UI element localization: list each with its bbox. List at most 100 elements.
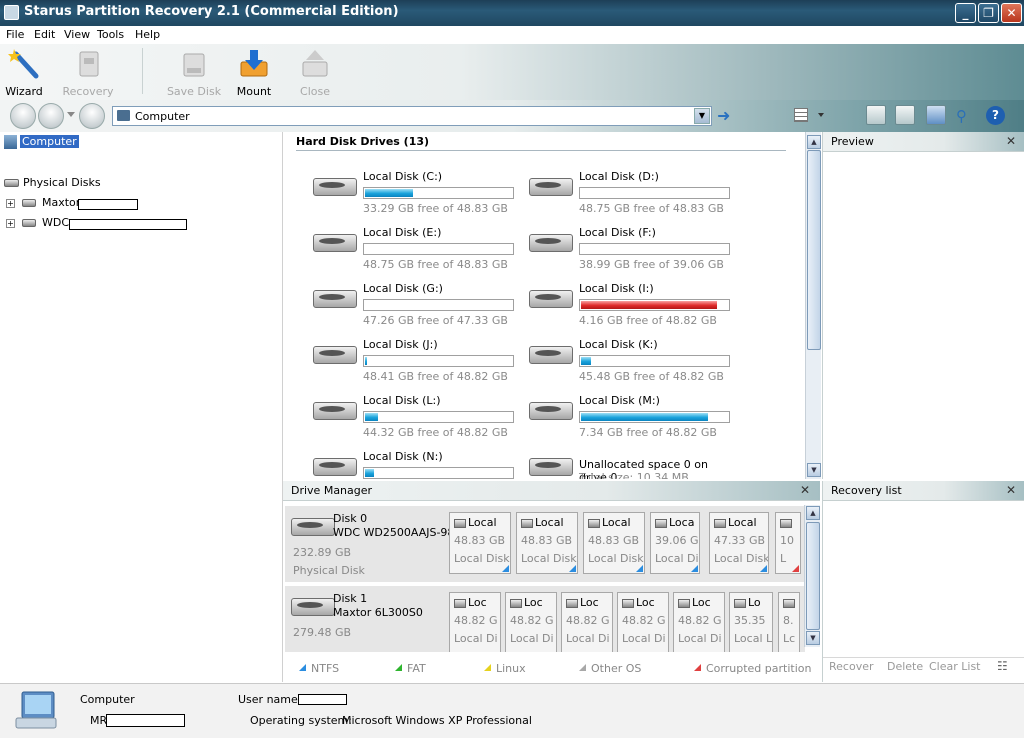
tree-root-computer[interactable]: Computer [4, 135, 79, 151]
partition-tile[interactable]: Loc 48.82 G Local Di [449, 592, 501, 652]
tree-physical-label: Physical Disks [23, 176, 101, 189]
close-icon[interactable]: ✕ [1006, 483, 1016, 497]
minimize-button[interactable]: _ [955, 3, 976, 23]
back-button[interactable] [10, 103, 36, 129]
drive-manager-title: Drive Manager [291, 484, 373, 497]
view-mode-icon[interactable] [794, 108, 808, 122]
partition-tile[interactable]: Loc 48.82 G Local Di [505, 592, 557, 652]
close-icon[interactable]: ✕ [800, 483, 810, 497]
partition-fs: Local Dis [655, 552, 700, 565]
disk-item[interactable]: Local Disk (C:) 33.29 GB free of 48.83 GB [311, 166, 521, 215]
disk-item[interactable]: Local Disk (N:) [311, 446, 521, 479]
partition-legend: NTFS FAT Linux Other OS Corrupted partit… [283, 657, 820, 681]
disk-item[interactable]: Local Disk (D:) 48.75 GB free of 48.83 GB [527, 166, 737, 215]
disk-model: WDC WD2500AAJS-98 [333, 526, 455, 539]
hard-disk-icon [527, 228, 573, 254]
disk-item[interactable]: Local Disk (K:) 45.48 GB free of 48.82 GB [527, 334, 737, 383]
disk-list-panel: Hard Disk Drives (13) Local Disk (C:) 33.… [283, 132, 805, 479]
up-button[interactable] [79, 103, 105, 129]
partition-tile[interactable]: Loc 48.82 G Local Di [561, 592, 613, 652]
partition-size: 10 [780, 534, 794, 547]
disk-item[interactable]: Local Disk (G:) 47.26 GB free of 47.33 GB [311, 278, 521, 327]
disk-item[interactable]: Local Disk (E:) 48.75 GB free of 48.83 GB [311, 222, 521, 271]
scroll-thumb[interactable] [807, 150, 821, 350]
disk-item[interactable]: Local Disk (L:) 44.32 GB free of 48.82 GB [311, 390, 521, 439]
disk-item[interactable]: Unallocated space 0 on drive 0 Total size… [527, 446, 737, 479]
close-icon[interactable]: ✕ [1006, 134, 1016, 148]
legend-ntfs: NTFS [311, 662, 340, 675]
disk-name: Local Disk (I:) [579, 282, 654, 295]
tree-physical-disks[interactable]: Physical Disks [4, 176, 101, 192]
disk-list-scrollbar[interactable]: ▲ ▼ [805, 132, 821, 479]
hard-disk-icon [311, 452, 357, 478]
disk-item[interactable]: Local Disk (F:) 38.99 GB free of 39.06 GB [527, 222, 737, 271]
preview-panel: Preview ✕ [822, 132, 1024, 479]
disk-row[interactable]: Disk 0 WDC WD2500AAJS-98 232.89 GB Physic… [285, 506, 805, 582]
expand-icon[interactable]: + [6, 219, 15, 228]
close-button[interactable]: ✕ [1001, 3, 1022, 23]
save-disk-button[interactable]: Save Disk [166, 48, 222, 98]
history-dropdown-icon[interactable] [67, 112, 75, 117]
expand-icon[interactable]: + [6, 199, 15, 208]
partition-tile[interactable]: 8. Lc [778, 592, 800, 652]
wizard-button[interactable]: Wizard [4, 48, 44, 98]
partition-tile[interactable]: Local 48.83 GB Local Disk [449, 512, 511, 574]
scroll-down-icon[interactable]: ▼ [807, 463, 821, 477]
scroll-up-icon[interactable]: ▲ [807, 135, 821, 149]
recovery-button[interactable]: Recovery [62, 48, 114, 98]
mount-disk-button[interactable]: Mount Disk [224, 48, 284, 111]
disk-item[interactable]: Local Disk (I:) 4.16 GB free of 48.82 GB [527, 278, 737, 327]
recover-button[interactable]: Recover [829, 660, 874, 673]
partition-tile[interactable]: Loc 48.82 G Local Di [673, 592, 725, 652]
preview-title: Preview [831, 135, 874, 148]
partition-size: 47.33 GB [714, 534, 766, 547]
scroll-thumb[interactable] [806, 522, 820, 630]
disk-name: Local Disk (E:) [363, 226, 442, 239]
disk-row[interactable]: Disk 1 Maxtor 6L300S0 279.48 GB Loc 48.82 … [285, 586, 805, 652]
save-icon[interactable] [926, 105, 946, 125]
scroll-up-icon[interactable]: ▲ [806, 506, 820, 520]
maximize-button[interactable]: ❐ [978, 3, 999, 23]
list-view-icon[interactable]: ☷ [997, 659, 1008, 673]
partition-icon [734, 598, 746, 608]
delete-button[interactable]: Delete [887, 660, 923, 673]
menu-view[interactable]: View [64, 28, 90, 41]
drive-icon[interactable] [866, 105, 886, 125]
view-dropdown-icon[interactable] [818, 113, 824, 117]
hard-disk-icon [22, 219, 36, 227]
disk-free-text: 7.34 GB free of 48.82 GB [579, 426, 717, 439]
address-dropdown-icon[interactable]: ▼ [694, 108, 710, 124]
partition-tile[interactable]: Local 48.83 GB Local Disk [583, 512, 645, 574]
partition-icon [714, 518, 726, 528]
drive-manager-scrollbar[interactable]: ▲ ▼ [804, 505, 820, 647]
disk-item[interactable]: Local Disk (J:) 48.41 GB free of 48.82 GB [311, 334, 521, 383]
divider [823, 657, 1024, 658]
clear-list-button[interactable]: Clear List [929, 660, 981, 673]
menu-tools[interactable]: Tools [97, 28, 124, 41]
partition-tile[interactable]: Local 48.83 GB Local Disk [516, 512, 578, 574]
menu-file[interactable]: File [6, 28, 24, 41]
disk-item[interactable]: Local Disk (M:) 7.34 GB free of 48.82 GB [527, 390, 737, 439]
partition-tile[interactable]: Loca 39.06 GI Local Dis [650, 512, 700, 574]
partition-tile[interactable]: Lo 35.35 Local L [729, 592, 773, 652]
close-disk-button[interactable]: Close Disk [287, 48, 343, 111]
section-header: Hard Disk Drives (13) [296, 135, 786, 151]
folder-tree: Computer Physical Disks + Maxtor + WDC [0, 132, 283, 682]
address-field[interactable]: Computer ▼ [112, 106, 712, 126]
ntfs-marker-icon [691, 565, 698, 572]
partition-tile[interactable]: Local 47.33 GB Local Disk [709, 512, 769, 574]
menu-edit[interactable]: Edit [34, 28, 55, 41]
help-icon[interactable]: ? [986, 106, 1005, 125]
search-icon[interactable]: ⚲ [956, 107, 967, 125]
scroll-down-icon[interactable]: ▼ [806, 631, 820, 645]
menu-help[interactable]: Help [135, 28, 160, 41]
preview-icon[interactable] [895, 105, 915, 125]
partition-tile[interactable]: Loc 48.82 G Local Di [617, 592, 669, 652]
fat-marker-icon [395, 664, 402, 671]
disk-free-text: 48.41 GB free of 48.82 GB [363, 370, 508, 383]
forward-button[interactable] [38, 103, 64, 129]
disk-free-text: 45.48 GB free of 48.82 GB [579, 370, 724, 383]
physical-disk-icon [4, 179, 19, 187]
partition-tile[interactable]: 10 L [775, 512, 801, 574]
go-arrow-icon[interactable]: ➜ [717, 106, 730, 125]
